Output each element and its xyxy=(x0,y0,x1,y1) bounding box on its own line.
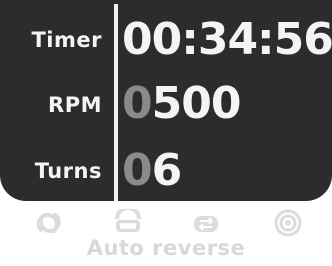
rpm-digits: 500 xyxy=(151,78,242,129)
timer-value: 00:34:56 xyxy=(122,14,332,65)
oscillate-icon[interactable] xyxy=(110,209,146,237)
turns-label: Turns xyxy=(34,159,102,183)
rpm-value: 0500 xyxy=(122,82,241,126)
rpm-label: RPM xyxy=(48,93,102,117)
turns-leading-zero: 0 xyxy=(122,145,153,196)
mode-selector xyxy=(0,203,332,237)
turns-value: 06 xyxy=(122,149,182,193)
timer-label: Timer xyxy=(31,28,102,52)
display-panel: Timer 00:34:56 RPM 0500 Turns 06 xyxy=(0,0,332,201)
rotate-icon[interactable] xyxy=(270,209,306,237)
selected-mode-label: Auto reverse xyxy=(86,236,246,260)
reverse-icon[interactable] xyxy=(188,209,224,237)
turns-digits: 6 xyxy=(151,145,183,196)
rpm-leading-zero: 0 xyxy=(122,78,153,129)
display-divider xyxy=(114,4,118,201)
cycle-icon[interactable] xyxy=(32,209,68,237)
